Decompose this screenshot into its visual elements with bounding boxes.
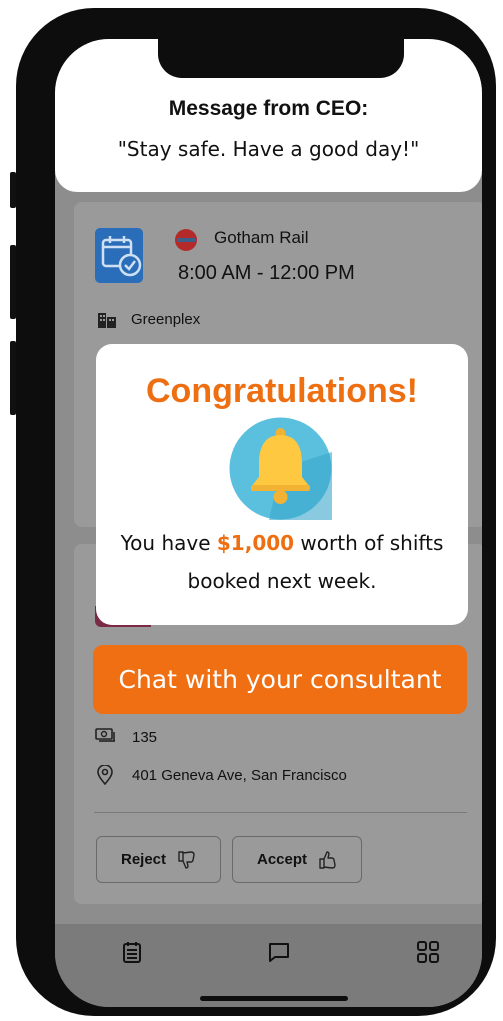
ceo-title: Message from CEO: xyxy=(168,97,369,120)
chat-with-consultant-button[interactable]: Chat with your consultant xyxy=(93,645,467,714)
chat-icon[interactable] xyxy=(267,940,291,964)
company-name: Gotham Rail xyxy=(214,228,309,247)
shift-count: 135 xyxy=(132,729,158,746)
bottom-nav xyxy=(55,924,482,1007)
building-icon xyxy=(97,311,117,329)
reject-label: Reject xyxy=(120,851,167,868)
screen: Message from CEO: "Stay safe. Have a goo… xyxy=(55,39,482,1007)
congrats-popup: Congratulations! You have $1,000 worth o… xyxy=(96,344,468,625)
gotham-rail-logo xyxy=(175,229,197,251)
popup-message: You have $1,000 worth of shifts booked n… xyxy=(106,524,458,600)
money-icon xyxy=(95,728,117,744)
reject-button[interactable]: Reject xyxy=(96,836,221,883)
home-indicator xyxy=(200,996,348,1001)
shift-time: 8:00 AM - 12:00 PM xyxy=(178,262,355,284)
thumbs-down-icon xyxy=(178,850,195,869)
popup-message-before: You have xyxy=(120,531,217,555)
phone-frame: Message from CEO: "Stay safe. Have a goo… xyxy=(16,8,496,1016)
site-name: Greenplex xyxy=(131,311,201,328)
popup-amount: $1,000 xyxy=(216,531,295,555)
schedule-icon[interactable] xyxy=(120,940,144,964)
grid-icon[interactable] xyxy=(416,940,440,964)
thumbs-up-icon xyxy=(319,850,336,869)
divider xyxy=(94,812,467,813)
accept-button[interactable]: Accept xyxy=(232,836,362,883)
location-pin-icon xyxy=(96,764,114,786)
popup-title: Congratulations! xyxy=(146,372,418,410)
calendar-check-icon xyxy=(95,228,143,283)
bell-icon xyxy=(229,417,332,520)
accept-label: Accept xyxy=(256,851,308,868)
notch xyxy=(158,16,404,78)
ceo-message: "Stay safe. Have a good day!" xyxy=(117,137,420,161)
shift-address: 401 Geneva Ave, San Francisco xyxy=(132,767,347,784)
